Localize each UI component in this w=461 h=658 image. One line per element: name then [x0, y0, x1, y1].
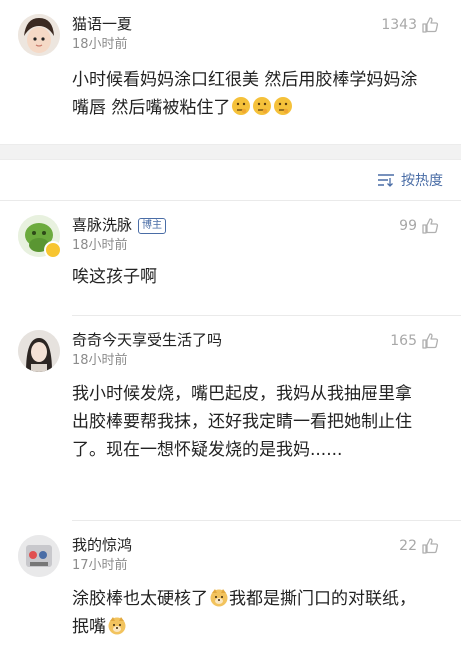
- username-text: 喜脉洗脉: [72, 216, 133, 234]
- like-count: 99: [399, 218, 417, 234]
- thumbs-up-icon: [422, 218, 439, 234]
- comment-4: 我的惊鸿 17小时前 22 涂胶棒也太硬核了 我都是撕门口的对联纸，抿嘴: [0, 521, 461, 655]
- like-count: 165: [390, 333, 417, 349]
- like-count: 22: [399, 538, 417, 554]
- doge-icon: [210, 589, 228, 607]
- sort-icon: [378, 174, 394, 187]
- comment-text: 我小时候发烧，嘴巴起皮，我妈从我抽屉里拿出胶棒要帮我抹，还好我定睛一看把她制止住…: [72, 384, 412, 460]
- sort-toggle[interactable]: 按热度: [0, 160, 461, 200]
- username[interactable]: 喜脉洗脉 博主: [72, 215, 443, 235]
- avatar-image-icon: [18, 330, 60, 372]
- timestamp: 18小时前: [72, 238, 128, 253]
- comment-text-part: 涂胶棒也太硬核了: [72, 589, 208, 609]
- doge-icon: [108, 617, 126, 635]
- username[interactable]: 奇奇今天享受生活了吗: [72, 330, 443, 350]
- like-button[interactable]: 165: [390, 332, 439, 350]
- avatar[interactable]: [18, 215, 62, 259]
- comment-text: 小时候看妈妈涂口红很美 然后用胶棒学妈妈涂嘴唇 然后嘴被粘住了: [72, 66, 443, 122]
- thumbs-up-icon: [422, 538, 439, 554]
- like-button[interactable]: 1343: [381, 16, 439, 34]
- comment-3: 奇奇今天享受生活了吗 18小时前 165 我小时候发烧，嘴巴起皮，我妈从我抽屉里…: [0, 316, 461, 520]
- avatar-image-icon: [18, 535, 60, 577]
- timestamp: 18小时前: [72, 353, 128, 368]
- timestamp: 17小时前: [72, 558, 128, 573]
- avatar-image-icon: [18, 14, 60, 56]
- thumbs-up-icon: [422, 333, 439, 349]
- avatar[interactable]: [18, 535, 60, 577]
- comment-text: 唉这孩子啊: [72, 267, 157, 287]
- timestamp: 18小时前: [72, 37, 128, 52]
- comment-text: 涂胶棒也太硬核了 我都是撕门口的对联纸，抿嘴: [72, 585, 443, 641]
- avatar[interactable]: [18, 14, 60, 56]
- comment-2: 喜脉洗脉 博主 18小时前 99 唉这孩子啊: [0, 201, 461, 315]
- comment-1: 猫语一夏 18小时前 1343 小时候看妈妈涂口红很美 然后用胶棒学妈妈涂嘴唇 …: [0, 0, 461, 130]
- like-count: 1343: [381, 17, 417, 33]
- username[interactable]: 我的惊鸿: [72, 535, 443, 555]
- like-button[interactable]: 99: [399, 217, 439, 235]
- thinking-face-icon: [230, 97, 293, 118]
- verified-badge-icon: [44, 241, 62, 259]
- avatar[interactable]: [18, 330, 60, 372]
- thumbs-up-icon: [422, 17, 439, 33]
- like-button[interactable]: 22: [399, 537, 439, 555]
- sort-label: 按热度: [401, 173, 443, 189]
- author-badge: 博主: [138, 218, 167, 234]
- section-divider: [0, 144, 461, 160]
